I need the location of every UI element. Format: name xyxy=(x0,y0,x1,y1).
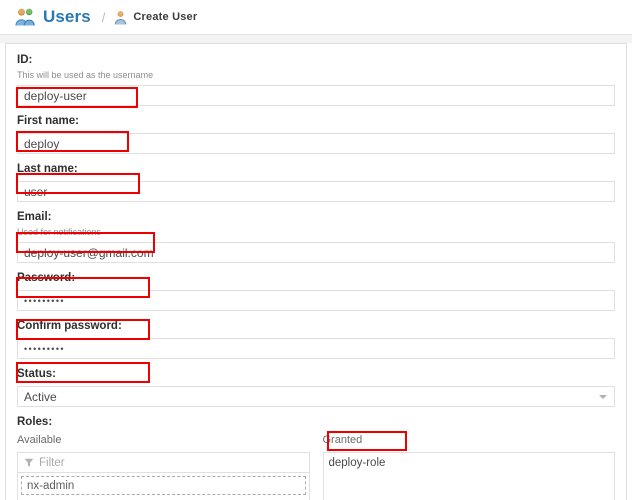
field-email-help: Used for notifications xyxy=(17,227,102,237)
email-input[interactable]: deploy-user@gmail.com xyxy=(17,242,615,263)
field-status: Status: Active xyxy=(17,368,615,407)
roles-filter-placeholder: Filter xyxy=(39,456,65,469)
breadcrumb: Users / Create User xyxy=(0,0,632,34)
breadcrumb-current-label: Create User xyxy=(133,11,198,23)
field-last-name-label: Last name: xyxy=(17,163,78,175)
breadcrumb-root-label: Users xyxy=(43,7,91,26)
field-email: Email: Used for notifications deploy-use… xyxy=(17,211,615,263)
roles-granted-column: Granted deploy-role xyxy=(322,434,615,500)
breadcrumb-item-users[interactable]: Users xyxy=(14,7,91,27)
field-status-label: Status: xyxy=(17,368,56,380)
roles-available-list[interactable]: nx-admin xyxy=(17,473,310,500)
breadcrumb-separator: / xyxy=(101,9,106,25)
status-select[interactable]: Active xyxy=(17,386,615,407)
field-password-label: Password: xyxy=(17,272,76,284)
chevron-down-icon[interactable] xyxy=(599,395,607,399)
roles-granted-list[interactable]: deploy-role xyxy=(322,452,615,500)
confirm-password-input[interactable]: ••••••••• xyxy=(17,338,615,359)
single-user-icon xyxy=(115,10,127,24)
roles-granted-title: Granted xyxy=(322,434,363,446)
breadcrumb-item-create-user: Create User xyxy=(114,10,197,25)
password-input[interactable]: ••••••••• xyxy=(17,290,615,311)
create-user-panel: ID: This will be used as the username de… xyxy=(5,43,627,500)
field-email-label: Email: xyxy=(17,211,52,223)
field-id-label: ID: xyxy=(17,54,33,66)
field-first-name: First name: deploy xyxy=(17,115,615,154)
field-confirm-password-label: Confirm password: xyxy=(17,320,122,332)
roles-available-title: Available xyxy=(17,434,62,446)
field-roles: Roles: Available Filter nx-admin Granted… xyxy=(17,416,615,500)
field-id-help: This will be used as the username xyxy=(17,70,154,80)
field-roles-label: Roles: xyxy=(17,416,53,428)
list-item[interactable]: deploy-role xyxy=(324,453,615,473)
field-password: Password: ••••••••• xyxy=(17,272,615,311)
id-input[interactable]: deploy-user xyxy=(17,85,615,106)
header-spacer xyxy=(0,35,632,43)
field-first-name-label: First name: xyxy=(17,115,79,127)
users-group-icon xyxy=(15,8,35,26)
roles-filter-input[interactable]: Filter xyxy=(17,452,310,473)
first-name-input[interactable]: deploy xyxy=(17,133,615,154)
field-id: ID: This will be used as the username de… xyxy=(17,54,615,106)
funnel-filter-icon xyxy=(24,458,34,467)
list-item[interactable]: nx-admin xyxy=(21,476,306,495)
field-confirm-password: Confirm password: ••••••••• xyxy=(17,320,615,359)
roles-available-column: Available Filter nx-admin xyxy=(17,434,310,500)
last-name-input[interactable]: user xyxy=(17,181,615,202)
field-last-name: Last name: user xyxy=(17,163,615,202)
